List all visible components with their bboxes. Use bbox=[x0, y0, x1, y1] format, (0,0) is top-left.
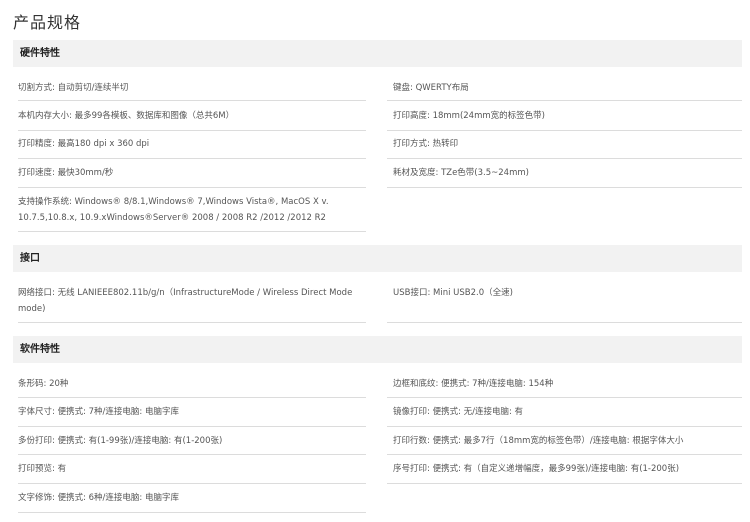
spec-usb: USB接口: Mini USB2.0（全速) bbox=[387, 285, 742, 323]
spec-barcode: 条形码: 20种 bbox=[18, 376, 366, 398]
spec-lines: 打印行数: 便携式: 最多7行（18mm宽的标签色带）/连接电脑: 根据字体大小 bbox=[387, 433, 742, 455]
spec-print-speed: 打印速度: 最快30mm/秒 bbox=[18, 165, 366, 188]
spec-numbering: 序号打印: 便携式: 有（自定义递增幅度，最多99张)/连接电脑: 有(1-20… bbox=[387, 461, 742, 484]
page-title: 产品规格 bbox=[13, 13, 82, 32]
spec-preview: 打印预览: 有 bbox=[18, 461, 366, 484]
section-heading-hardware: 硬件特性 bbox=[13, 40, 742, 67]
section-heading-software: 软件特性 bbox=[13, 336, 742, 363]
spec-cutting: 切割方式: 自动剪切/连续半切 bbox=[18, 80, 366, 101]
section-heading-interface: 接口 bbox=[13, 245, 742, 272]
spec-keyboard: 键盘: QWERTY布局 bbox=[387, 80, 742, 101]
spec-resolution: 打印精度: 最高180 dpi x 360 dpi bbox=[18, 136, 366, 159]
spec-network: 网络接口: 无线 LANIEEE802.11b/g/n（Infrastructu… bbox=[18, 285, 366, 323]
spec-print-method: 打印方式: 热转印 bbox=[387, 136, 742, 159]
spec-media: 耗材及宽度: TZe色带(3.5~24mm) bbox=[387, 165, 742, 188]
spec-memory: 本机内存大小: 最多99各模板、数据库和图像（总共6M） bbox=[18, 108, 366, 131]
spec-multi-copies: 多份打印: 便携式: 有(1-99张)/连接电脑: 有(1-200张) bbox=[18, 433, 366, 455]
spec-font-size: 字体尺寸: 便携式: 7种/连接电脑: 电脑字库 bbox=[18, 404, 366, 427]
spec-os: 支持操作系统: Windows® 8/8.1,Windows® 7,Window… bbox=[18, 194, 366, 232]
spec-frames: 边框和底纹: 便携式: 7种/连接电脑: 154种 bbox=[387, 376, 742, 398]
spec-print-height: 打印高度: 18mm(24mm宽的标签色带) bbox=[387, 108, 742, 131]
spec-text-decoration: 文字修饰: 便携式: 6种/连接电脑: 电脑字库 bbox=[18, 490, 366, 513]
spec-mirror: 镜像打印: 便携式: 无/连接电脑: 有 bbox=[387, 404, 742, 427]
